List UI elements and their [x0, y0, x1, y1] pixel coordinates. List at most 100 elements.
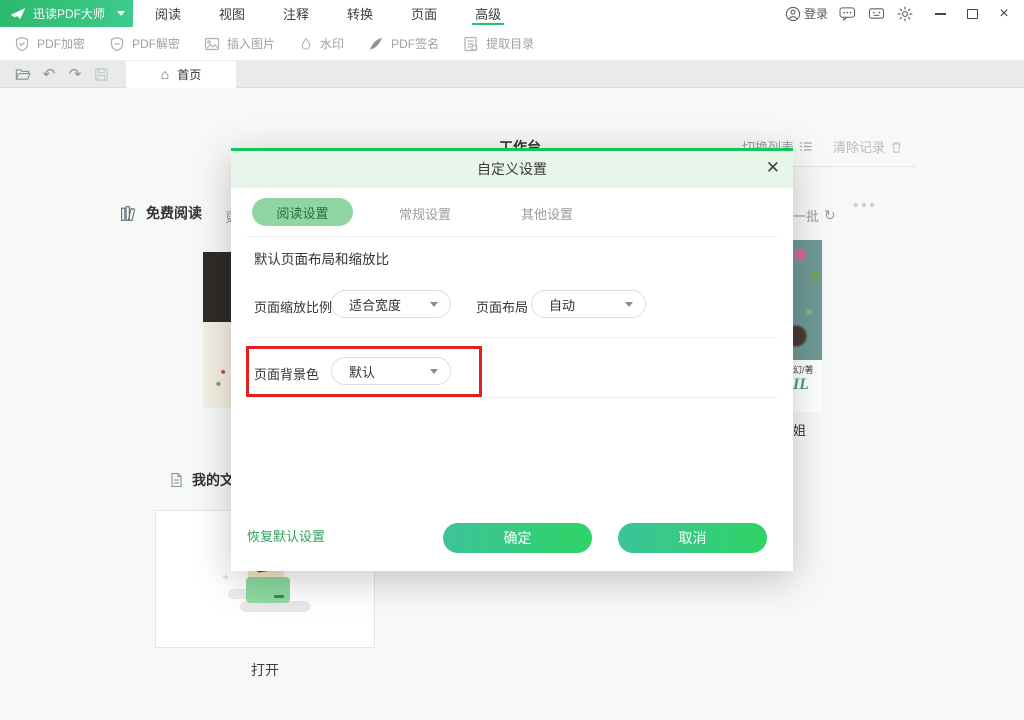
book-logo-fragment: IL: [793, 376, 822, 394]
save-button[interactable]: [88, 63, 114, 85]
chevron-down-icon: [625, 302, 633, 307]
menu-item-read[interactable]: 阅读: [151, 0, 185, 27]
minimize-button[interactable]: [932, 6, 948, 22]
settings-button[interactable]: [895, 4, 915, 24]
floppy-icon: [94, 67, 109, 82]
plus-icon: +: [222, 569, 230, 584]
ok-button[interactable]: 确定: [443, 523, 592, 553]
app-window: 迅读PDF大师 阅读 视图 注释 转换 页面 高级 登录: [0, 0, 1024, 720]
tool-label: PDF解密: [132, 35, 180, 52]
page-layout-select[interactable]: 自动: [531, 290, 646, 318]
clear-records-label: 清除记录: [833, 137, 885, 156]
menu-item-convert[interactable]: 转换: [343, 0, 377, 27]
menu-item-page[interactable]: 页面: [407, 0, 441, 27]
login-label: 登录: [804, 5, 828, 22]
folder-illustration-dash: [274, 595, 284, 598]
feedback-button[interactable]: [837, 4, 857, 24]
dialog-header: 自定义设置 ✕: [231, 151, 793, 188]
open-card-label: 打开: [155, 660, 375, 680]
page-layout-value: 自动: [549, 295, 575, 314]
book-cover-left-art: [203, 322, 231, 408]
list-icon: [799, 140, 813, 153]
tool-extract-toc[interactable]: 提取目录: [463, 35, 534, 52]
bg-color-value: 默认: [349, 362, 375, 381]
zoom-ratio-label: 页面缩放比例: [254, 297, 332, 316]
minimize-icon: [935, 13, 946, 15]
tool-label: PDF签名: [391, 35, 439, 52]
app-logo[interactable]: 迅读PDF大师: [0, 0, 133, 27]
bg-color-label: 页面背景色: [254, 364, 319, 383]
shield-check-icon: [14, 36, 30, 52]
dialog-tab-reading[interactable]: 阅读设置: [252, 198, 353, 226]
tool-insert-image[interactable]: 插入图片: [204, 35, 275, 52]
paper-plane-icon: [10, 7, 27, 21]
open-file-button[interactable]: [10, 63, 36, 85]
zoom-ratio-select[interactable]: 适合宽度: [331, 290, 451, 318]
dialog-divider: [247, 397, 777, 398]
chevron-down-icon: [430, 302, 438, 307]
clear-records-button[interactable]: 清除记录: [833, 137, 903, 156]
shield-minus-icon: [109, 36, 125, 52]
books-icon: [120, 205, 138, 222]
dialog-divider: [247, 337, 777, 338]
close-icon: ×: [999, 6, 1008, 22]
activity-button[interactable]: [866, 4, 886, 24]
tab-bar: ↶ ↷ ⌂ 首页: [0, 61, 1024, 88]
tool-watermark[interactable]: 水印: [299, 35, 344, 52]
cancel-button[interactable]: 取消: [618, 523, 767, 553]
toolbar: PDF加密 PDF解密 插入图片 水印 PDF签名: [0, 27, 1024, 61]
menu-item-annotate[interactable]: 注释: [279, 0, 313, 27]
login-button[interactable]: 登录: [785, 5, 828, 22]
tool-label: 插入图片: [227, 35, 275, 52]
titlebar: 迅读PDF大师 阅读 视图 注释 转换 页面 高级 登录: [0, 0, 1024, 27]
folder-open-icon: [15, 67, 32, 82]
gear-icon: [897, 6, 913, 22]
dialog-divider: [247, 236, 777, 237]
custom-settings-dialog: 自定义设置 ✕ 阅读设置 常规设置 其他设置 默认页面布局和缩放比 页面缩放比例…: [231, 148, 793, 571]
user-icon: [785, 6, 801, 22]
close-window-button[interactable]: ×: [996, 6, 1012, 22]
free-reading-label: 免费阅读: [146, 203, 202, 223]
book-cover-left[interactable]: [203, 252, 231, 408]
book-cover-right-art: [793, 240, 822, 360]
restore-defaults-link[interactable]: 恢复默认设置: [247, 526, 325, 545]
more-options-button[interactable]: •••: [853, 197, 878, 214]
tab-home-label: 首页: [177, 66, 201, 83]
menu-item-view[interactable]: 视图: [215, 0, 249, 27]
menu-item-advanced[interactable]: 高级: [471, 0, 505, 27]
tool-pdf-sign[interactable]: PDF签名: [368, 35, 439, 52]
trash-icon: [890, 140, 903, 154]
dialog-close-button[interactable]: ✕: [766, 159, 780, 176]
redo-icon: ↷: [69, 65, 82, 83]
maximize-button[interactable]: [964, 6, 980, 22]
dialog-section-title: 默认页面布局和缩放比: [254, 248, 389, 268]
zoom-ratio-value: 适合宽度: [349, 295, 401, 314]
pen-icon: [368, 36, 384, 52]
dialog-tab-other[interactable]: 其他设置: [521, 204, 573, 223]
dialog-tab-general[interactable]: 常规设置: [399, 204, 451, 223]
id-card-icon: [868, 6, 885, 21]
book-cover-right[interactable]: 幻/著 IL: [793, 240, 822, 412]
image-icon: [204, 36, 220, 52]
tool-pdf-encrypt[interactable]: PDF加密: [14, 35, 85, 52]
droplet-icon: [299, 36, 313, 52]
redo-button[interactable]: ↷: [62, 63, 88, 85]
maximize-icon: [967, 9, 978, 19]
folder-illustration-front: [246, 577, 290, 603]
book-cover-left-art: [203, 252, 231, 322]
undo-icon: ↶: [43, 65, 56, 83]
tool-label: 提取目录: [486, 35, 534, 52]
book-cover-right-meta: 幻/著 IL: [793, 360, 822, 412]
menu-bar: 阅读 视图 注释 转换 页面 高级: [151, 0, 505, 27]
app-name: 迅读PDF大师: [33, 5, 105, 22]
tool-pdf-decrypt[interactable]: PDF解密: [109, 35, 180, 52]
refresh-icon: ↻: [824, 207, 836, 224]
book-title-fragment: 姐: [793, 420, 806, 439]
titlebar-right: 登录 ×: [785, 4, 1024, 24]
book-author-fragment: 幻/著: [793, 363, 822, 376]
bg-color-select[interactable]: 默认: [331, 357, 451, 385]
extract-toc-icon: [463, 36, 479, 52]
undo-button[interactable]: ↶: [36, 63, 62, 85]
tab-home[interactable]: ⌂ 首页: [126, 61, 236, 88]
page-layout-label: 页面布局: [476, 297, 528, 316]
